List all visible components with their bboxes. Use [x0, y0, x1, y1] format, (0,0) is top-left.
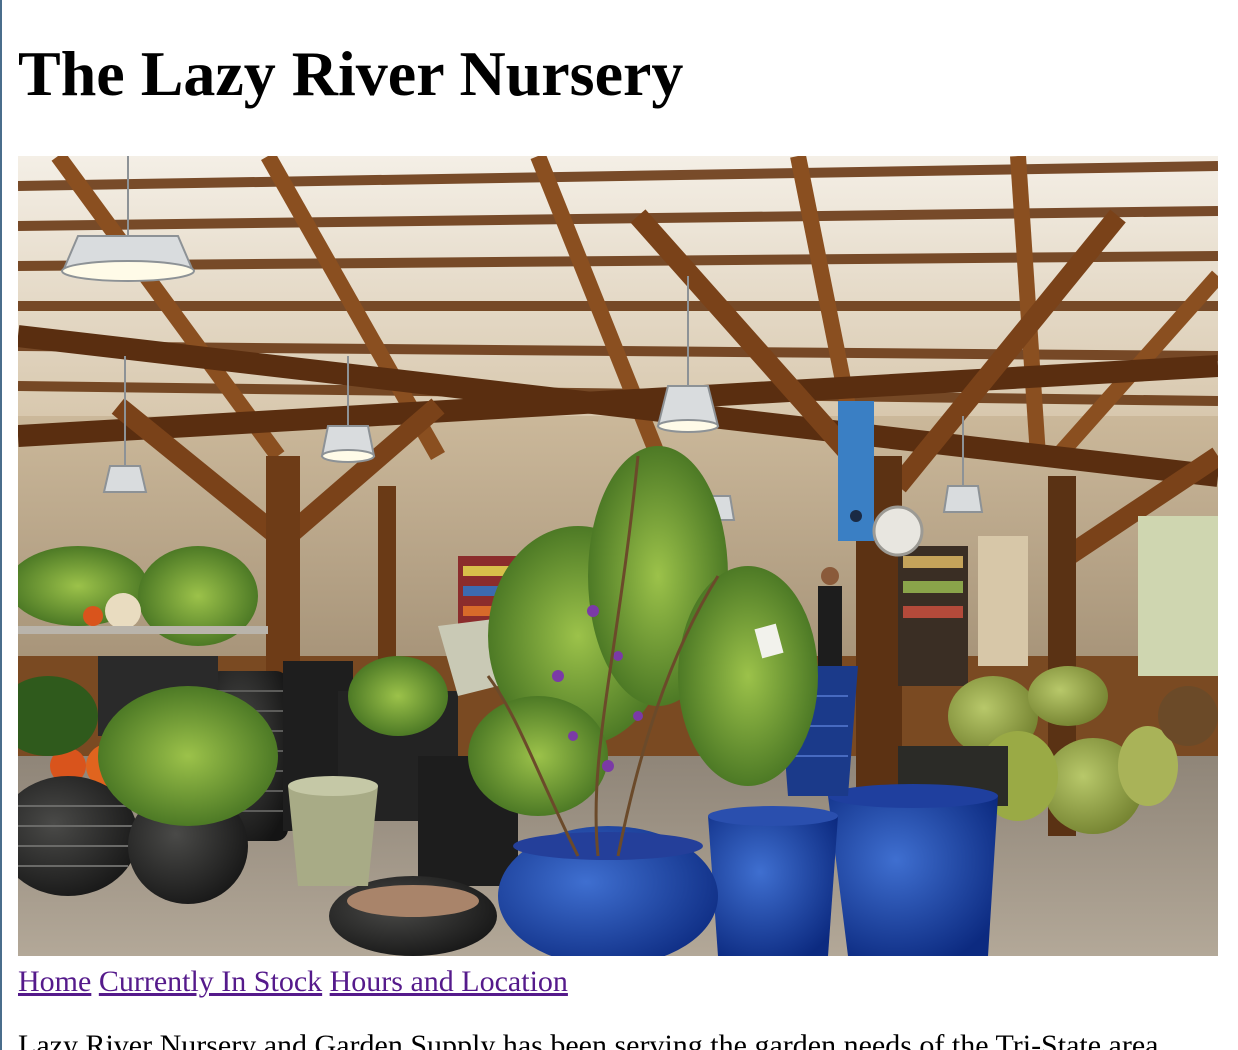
hero-image — [18, 156, 1218, 956]
nav-link-hours-and-location[interactable]: Hours and Location — [330, 965, 568, 998]
nav-link-currently-in-stock[interactable]: Currently In Stock — [99, 965, 322, 998]
page-title: The Lazy River Nursery — [18, 38, 684, 109]
main-nav: Home Currently In Stock Hours and Locati… — [18, 962, 568, 1002]
nav-link-home[interactable]: Home — [18, 965, 91, 998]
window-left-border — [0, 0, 2, 1050]
intro-paragraph: Lazy River Nursery and Garden Supply has… — [18, 1029, 1159, 1050]
